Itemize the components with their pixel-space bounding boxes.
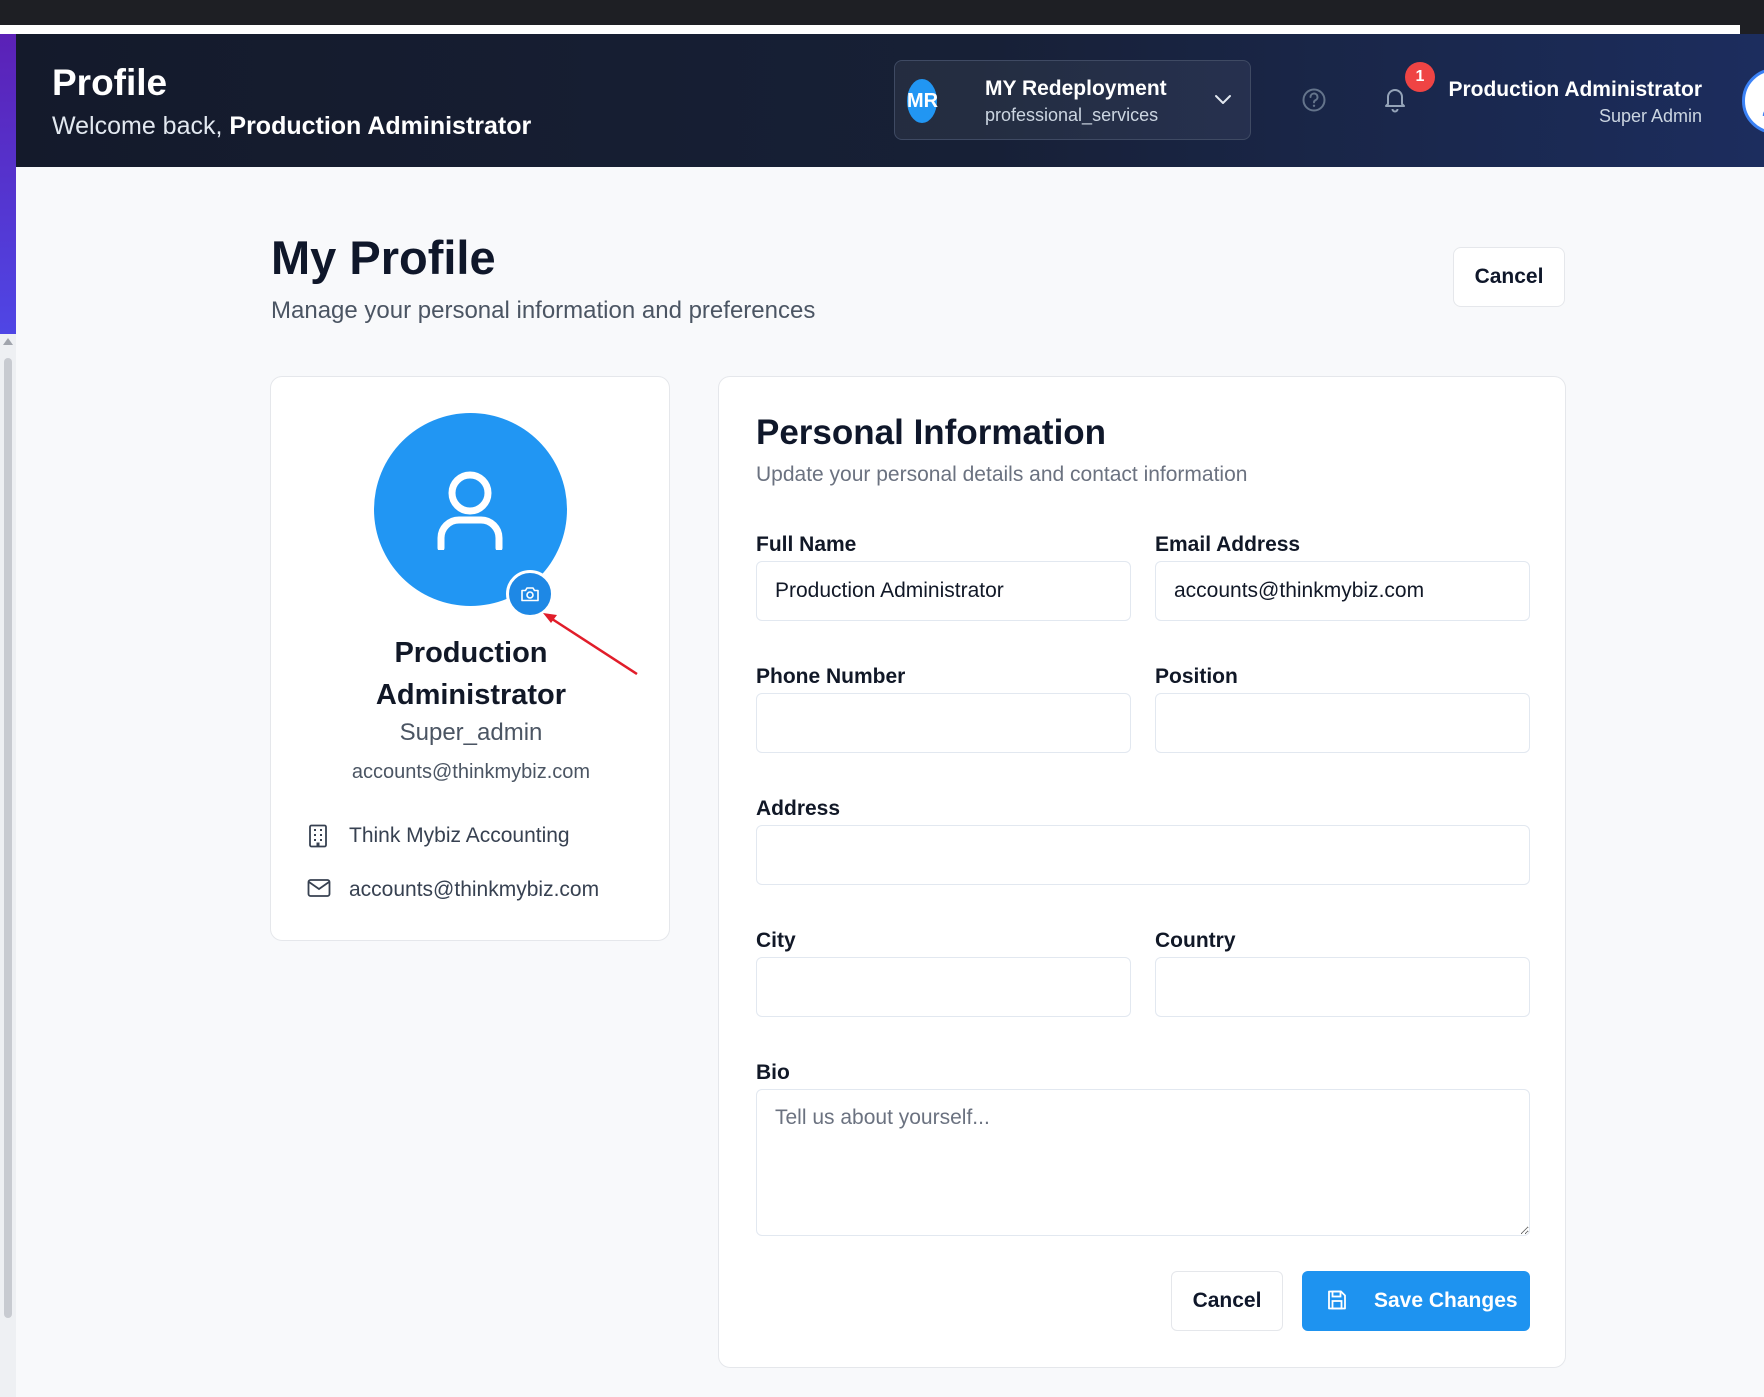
- user-icon: [1762, 111, 1764, 116]
- org-name: MY Redeployment: [985, 77, 1167, 100]
- page-title: My Profile: [271, 231, 496, 284]
- company-name: Think Mybiz Accounting: [349, 824, 570, 847]
- save-changes-button[interactable]: Save Changes: [1302, 1271, 1530, 1331]
- profile-email: accounts@thinkmybiz.com: [351, 761, 591, 783]
- org-avatar: MR: [907, 79, 938, 123]
- org-type: professional_services: [985, 105, 1159, 125]
- welcome-text: Welcome back, Production Administrator: [52, 112, 532, 140]
- notification-badge: 1: [1405, 62, 1435, 92]
- header-title: Profile: [52, 62, 168, 103]
- profile-summary-card: Production Administrator Super_admin acc…: [270, 376, 670, 941]
- bio-label: Bio: [756, 1061, 790, 1084]
- address-input[interactable]: [756, 825, 1530, 885]
- profile-name: Production Administrator: [375, 637, 567, 711]
- save-label: Save Changes: [1374, 1289, 1518, 1312]
- email-label: Email Address: [1155, 533, 1301, 556]
- city-label: City: [756, 929, 796, 952]
- position-input[interactable]: [1155, 693, 1530, 753]
- mail-icon: [307, 879, 331, 897]
- save-icon: [1328, 1290, 1346, 1310]
- user-menu-avatar[interactable]: [1742, 68, 1764, 134]
- city-input[interactable]: [756, 957, 1131, 1017]
- section-title: Personal Information: [756, 413, 1107, 452]
- cancel-button[interactable]: Cancel: [1171, 1271, 1283, 1331]
- profile-role: Super_admin: [399, 719, 543, 746]
- address-label: Address: [756, 797, 841, 820]
- scrollbar[interactable]: [0, 334, 16, 1397]
- full-name-label: Full Name: [756, 533, 857, 556]
- browser-top-strip: [0, 0, 1764, 34]
- building-icon: [309, 824, 327, 848]
- camera-icon: [521, 587, 539, 602]
- country-input[interactable]: [1155, 957, 1530, 1017]
- full-name-input[interactable]: [756, 561, 1131, 621]
- email-input[interactable]: [1155, 561, 1530, 621]
- cancel-button-top[interactable]: Cancel: [1453, 247, 1565, 307]
- section-subtitle: Update your personal details and contact…: [756, 463, 1248, 486]
- help-icon[interactable]: [1300, 86, 1328, 114]
- phone-label: Phone Number: [756, 665, 906, 688]
- header-user-role: Super Admin: [1598, 106, 1702, 126]
- header-user-name: Production Administrator: [1448, 78, 1702, 101]
- phone-input[interactable]: [756, 693, 1131, 753]
- organization-switcher[interactable]: MR MY Redeployment professional_services: [894, 60, 1251, 140]
- page-subtitle: Manage your personal information and pre…: [271, 297, 816, 324]
- bell-icon[interactable]: [1380, 84, 1410, 114]
- contact-email: accounts@thinkmybiz.com: [349, 878, 600, 901]
- sidebar-edge: [0, 34, 16, 334]
- bio-textarea[interactable]: [756, 1089, 1530, 1236]
- app-header: Profile Welcome back, Production Adminis…: [16, 34, 1764, 167]
- personal-information-card: Personal Information Update your persona…: [718, 376, 1566, 1368]
- country-label: Country: [1155, 929, 1236, 952]
- user-icon: [437, 471, 503, 550]
- position-label: Position: [1155, 665, 1238, 688]
- chevron-down-icon: [1215, 95, 1231, 104]
